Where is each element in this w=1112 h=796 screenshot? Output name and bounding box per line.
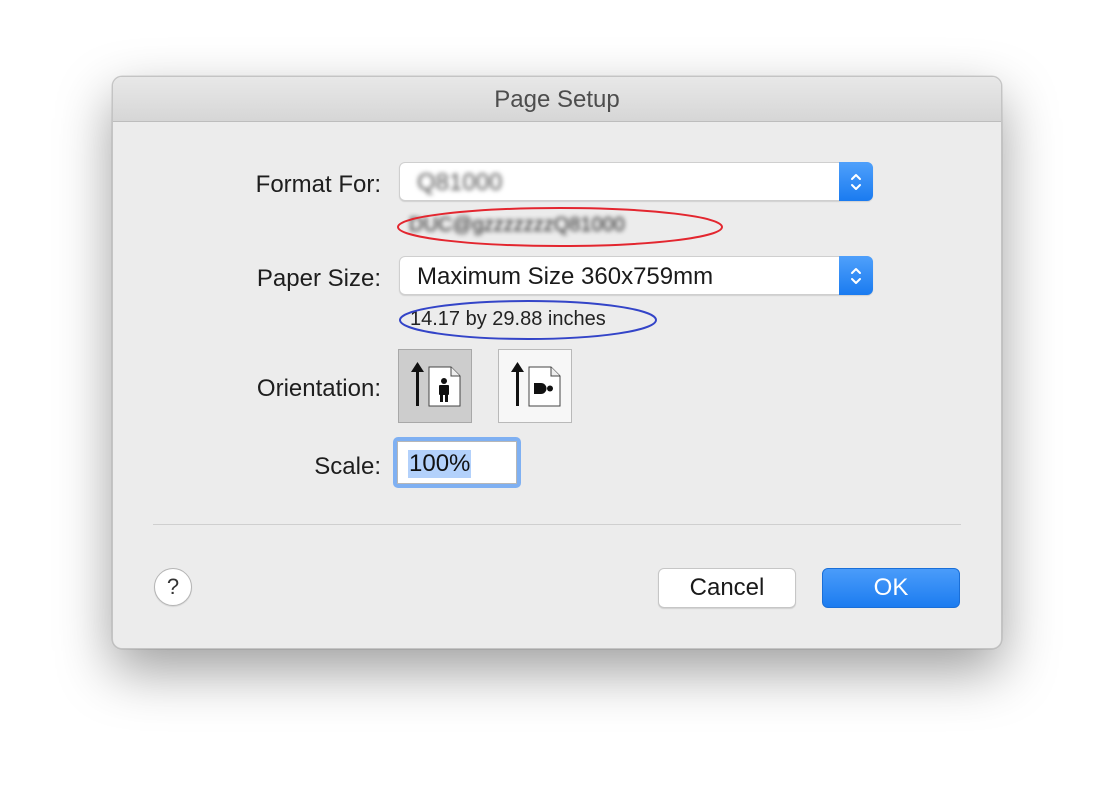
page-setup-dialog: Page Setup Format For: Q81000 DUC@gzzzzz… — [112, 76, 1002, 649]
cancel-button[interactable]: Cancel — [658, 568, 796, 608]
title-bar[interactable]: Page Setup — [113, 77, 1001, 122]
popup-stepper-icon — [839, 256, 873, 295]
landscape-icon — [511, 362, 561, 407]
scale-label: Scale: — [314, 453, 381, 480]
paper-size-value: Maximum Size 360x759mm — [417, 263, 714, 290]
help-button[interactable]: ? — [154, 568, 192, 606]
format-for-label: Format For: — [255, 171, 381, 198]
portrait-orientation-button[interactable] — [398, 349, 472, 423]
portrait-icon — [411, 362, 461, 407]
scale-input[interactable]: 100% — [397, 441, 517, 484]
popup-stepper-icon — [839, 162, 873, 201]
red-annotation-ellipse — [397, 207, 723, 247]
format-for-value: Q81000 — [417, 169, 503, 196]
scale-focus-ring: 100% — [393, 437, 521, 488]
divider — [153, 524, 961, 525]
dialog-title: Page Setup — [494, 86, 620, 113]
paper-size-popup[interactable]: Maximum Size 360x759mm — [399, 256, 873, 295]
orientation-label: Orientation: — [256, 375, 381, 402]
paper-size-label: Paper Size: — [256, 265, 381, 292]
landscape-orientation-button[interactable] — [498, 349, 572, 423]
scale-value: 100% — [408, 450, 472, 478]
ok-button[interactable]: OK — [822, 568, 960, 608]
blue-annotation-ellipse — [399, 300, 657, 340]
format-for-popup[interactable]: Q81000 — [399, 162, 873, 201]
